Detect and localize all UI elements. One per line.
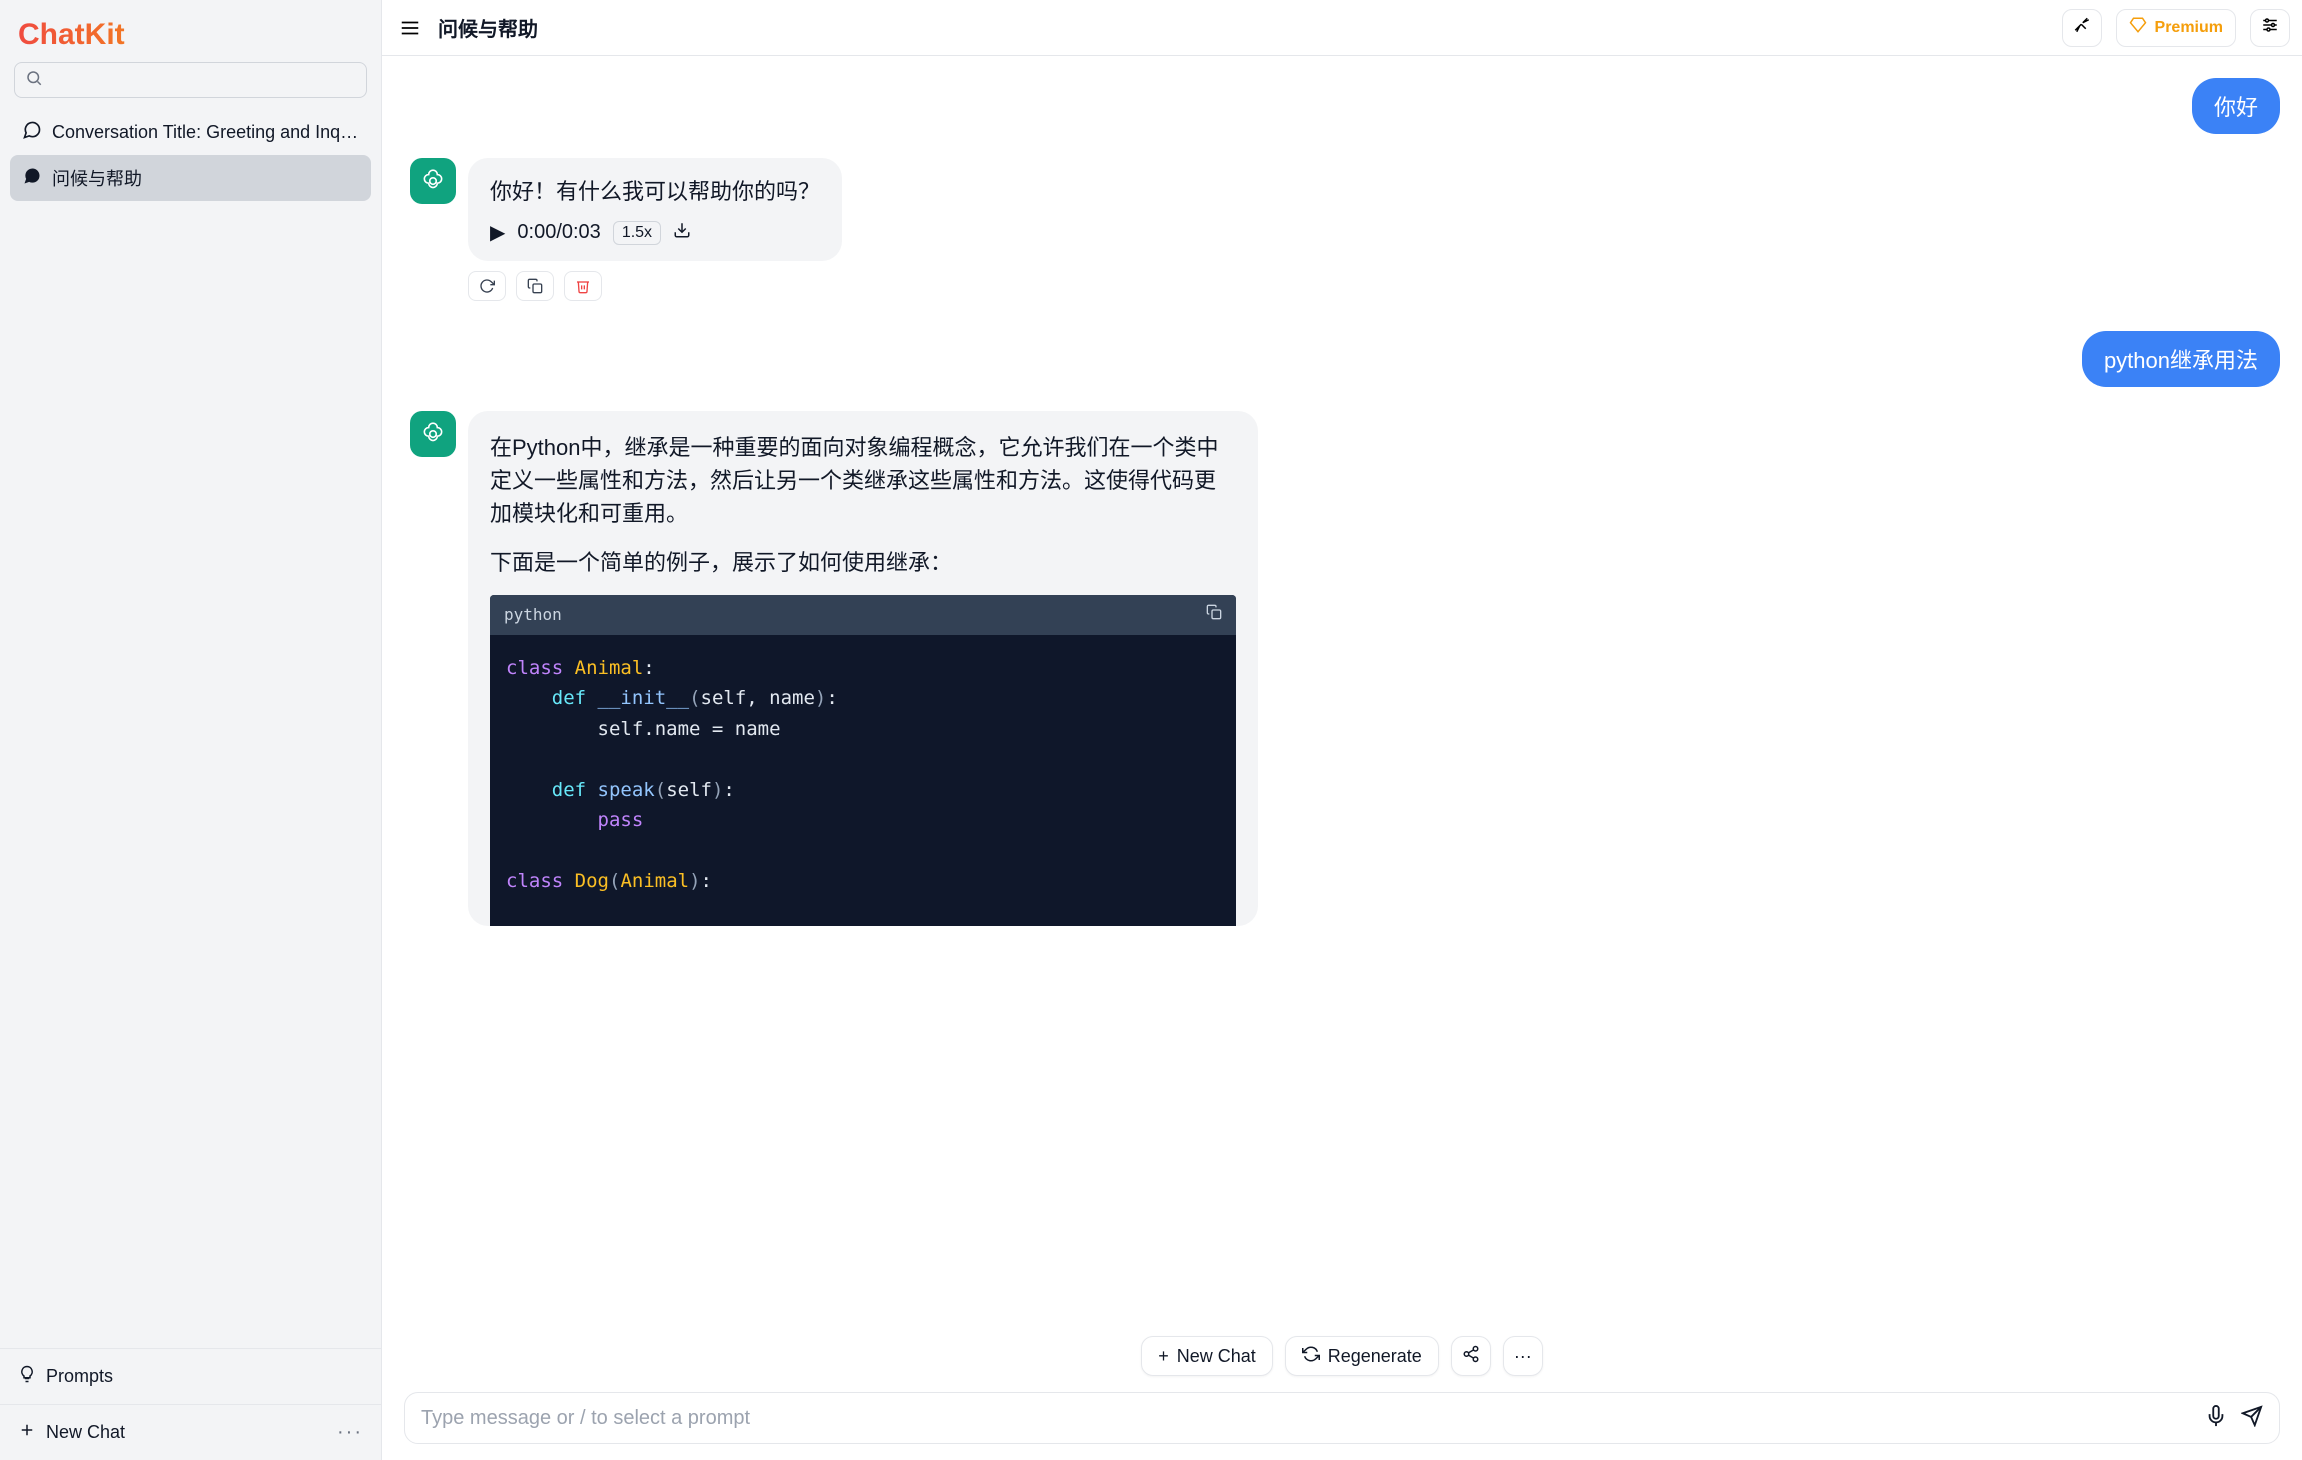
settings-button[interactable]: [2250, 9, 2290, 47]
message-composer: [404, 1392, 2280, 1444]
message-input[interactable]: [421, 1407, 2191, 1430]
diamond-icon: [2129, 16, 2147, 39]
plus-icon: +: [1158, 1346, 1169, 1367]
play-icon[interactable]: ▶: [490, 220, 505, 245]
delete-button[interactable]: [564, 271, 602, 301]
assistant-message: 在Python中，继承是一种重要的面向对象编程概念，它允许我们在一个类中定义一些…: [410, 411, 2280, 926]
assistant-avatar: [410, 158, 456, 204]
audio-time: 0:00/0:03: [517, 221, 600, 244]
sidebar-item-conversation[interactable]: 问候与帮助: [10, 155, 371, 201]
premium-button[interactable]: Premium: [2116, 9, 2236, 47]
code-block: python class Animal: def __init__(self, …: [490, 595, 1236, 926]
ellipsis-icon: ···: [1514, 1346, 1532, 1367]
search-icon: [25, 69, 43, 92]
message-actions: [468, 271, 842, 301]
clear-button[interactable]: [2062, 9, 2102, 47]
refresh-icon: [1302, 1345, 1320, 1368]
chat-icon: [22, 166, 42, 191]
conversation-list: Conversation Title: Greeting and Inquir……: [0, 110, 381, 1348]
assistant-avatar: [410, 411, 456, 457]
audio-player: ▶ 0:00/0:03 1.5x: [490, 220, 820, 245]
code-content: class Animal: def __init__(self, name): …: [490, 635, 1236, 926]
chat-messages: 你好 你好！有什么我可以帮助你的吗？ ▶ 0:00/0:03 1.5x: [382, 56, 2302, 1382]
microphone-icon[interactable]: [2205, 1405, 2227, 1432]
topbar: 问候与帮助 Premium: [382, 0, 2302, 56]
assistant-bubble: 你好！有什么我可以帮助你的吗？ ▶ 0:00/0:03 1.5x: [468, 158, 842, 261]
brand-logo: ChatKit: [0, 0, 381, 62]
more-button[interactable]: ···: [1503, 1336, 1543, 1376]
page-title: 问候与帮助: [438, 13, 538, 42]
share-icon: [1462, 1345, 1480, 1368]
user-message: python继承用法: [410, 331, 2280, 387]
new-chat-label: New Chat: [46, 1422, 125, 1443]
premium-label: Premium: [2155, 19, 2223, 37]
regenerate-button[interactable]: Regenerate: [1285, 1336, 1439, 1376]
user-bubble: 你好: [2192, 78, 2280, 134]
share-button[interactable]: [1451, 1336, 1491, 1376]
prompts-label: Prompts: [46, 1366, 113, 1387]
plus-icon: [18, 1421, 36, 1444]
sidebar: ChatKit Conversation Title: Greeting and…: [0, 0, 382, 1460]
search-input[interactable]: [14, 62, 367, 98]
assistant-text: 你好！有什么我可以帮助你的吗？: [490, 174, 820, 206]
lightbulb-icon: [18, 1365, 36, 1388]
sidebar-item-label: 问候与帮助: [52, 165, 142, 191]
menu-icon[interactable]: [396, 14, 424, 42]
copy-code-button[interactable]: [1206, 603, 1222, 627]
download-icon[interactable]: [673, 221, 691, 245]
assistant-message: 你好！有什么我可以帮助你的吗？ ▶ 0:00/0:03 1.5x: [410, 158, 2280, 301]
assistant-bubble: 在Python中，继承是一种重要的面向对象编程概念，它允许我们在一个类中定义一些…: [468, 411, 1258, 926]
new-chat-button[interactable]: New Chat: [18, 1421, 125, 1444]
sidebar-item-conversation[interactable]: Conversation Title: Greeting and Inquir…: [10, 110, 371, 155]
chat-icon: [22, 120, 42, 145]
sidebar-item-label: Conversation Title: Greeting and Inquir…: [52, 122, 359, 143]
code-language: python: [504, 603, 562, 627]
playback-speed[interactable]: 1.5x: [613, 221, 661, 245]
copy-button[interactable]: [516, 271, 554, 301]
sliders-icon: [2261, 16, 2279, 39]
user-message: 你好: [410, 78, 2280, 134]
assistant-text: 在Python中，继承是一种重要的面向对象编程概念，它允许我们在一个类中定义一些…: [490, 431, 1236, 530]
main-panel: 问候与帮助 Premium 你好: [382, 0, 2302, 1460]
more-icon[interactable]: ···: [337, 1421, 363, 1444]
user-bubble: python继承用法: [2082, 331, 2280, 387]
new-chat-button[interactable]: + New Chat: [1141, 1336, 1273, 1376]
broom-icon: [2073, 16, 2091, 39]
regenerate-button[interactable]: [468, 271, 506, 301]
assistant-text: 下面是一个简单的例子，展示了如何使用继承：: [490, 546, 1236, 579]
prompts-button[interactable]: Prompts: [0, 1349, 381, 1404]
send-icon[interactable]: [2241, 1405, 2263, 1432]
floating-actions: + New Chat Regenerate ···: [382, 1336, 2302, 1382]
